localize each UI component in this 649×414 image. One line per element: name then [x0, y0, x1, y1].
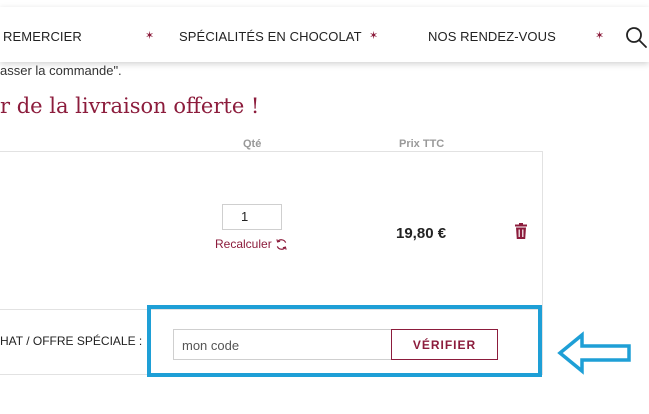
promo-code-label: HAT / OFFRE SPÉCIALE :: [0, 334, 143, 348]
instruction-text: asser la commande".: [0, 63, 122, 78]
recalculate-link[interactable]: Recalculer: [215, 237, 288, 251]
annotation-highlight-box: [147, 305, 542, 377]
nav-item-specialites[interactable]: SPÉCIALITÉS EN CHOCOLAT: [179, 29, 362, 44]
page-title: r de la livraison offerte !: [0, 94, 260, 118]
top-nav: REMERCIER ✶ SPÉCIALITÉS EN CHOCOLAT ✶ NO…: [0, 7, 649, 62]
nav-item-remercier[interactable]: REMERCIER: [3, 29, 82, 44]
nav-item-rendez-vous[interactable]: NOS RENDEZ-VOUS: [428, 29, 556, 44]
nav-separator-star: ✶: [595, 30, 605, 42]
column-header-qty: Qté: [243, 138, 262, 150]
nav-separator-star: ✶: [369, 30, 379, 42]
quantity-input[interactable]: 1: [222, 204, 282, 230]
trash-icon[interactable]: [514, 223, 528, 239]
item-price: 19,80 €: [396, 225, 447, 242]
column-header-price: Prix TTC: [399, 138, 445, 150]
search-icon[interactable]: [624, 25, 648, 49]
nav-separator-star: ✶: [145, 30, 155, 42]
recalculate-label: Recalculer: [215, 237, 272, 251]
annotation-arrow-icon: [557, 331, 631, 375]
refresh-icon: [276, 238, 287, 250]
